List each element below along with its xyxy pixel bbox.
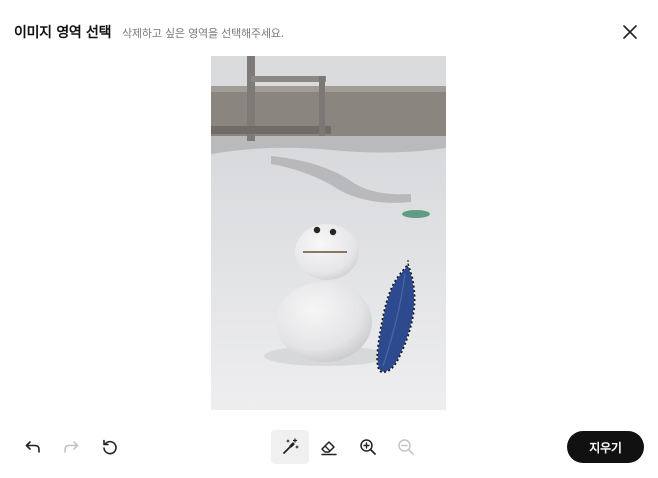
undo-icon [25,441,40,453]
eraser-tool[interactable] [310,430,348,464]
reset-button[interactable] [91,430,129,464]
dialog-header: 이미지 영역 선택 삭제하고 싶은 영역을 선택해주세요. [0,0,658,60]
magic-wand-tool[interactable] [271,430,309,464]
dialog-subtitle: 삭제하고 싶은 영역을 선택해주세요. [122,27,284,40]
image-canvas[interactable] [211,56,446,410]
zoom-out-button[interactable] [387,430,425,464]
undo-button[interactable] [14,430,52,464]
zoom-out-icon [398,439,414,455]
close-button[interactable] [618,20,642,44]
editor-toolbar: 지우기 [0,428,658,468]
close-icon [623,25,637,39]
eraser-icon [321,441,337,456]
zoom-in-icon [360,439,376,455]
erase-button[interactable]: 지우기 [567,431,644,463]
magic-wand-icon [283,438,299,454]
dialog-title: 이미지 영역 선택 [14,25,112,41]
reset-icon [103,439,117,455]
snowman-photo [211,56,446,410]
redo-button[interactable] [52,430,90,464]
zoom-in-button[interactable] [349,430,387,464]
redo-icon [64,441,79,453]
